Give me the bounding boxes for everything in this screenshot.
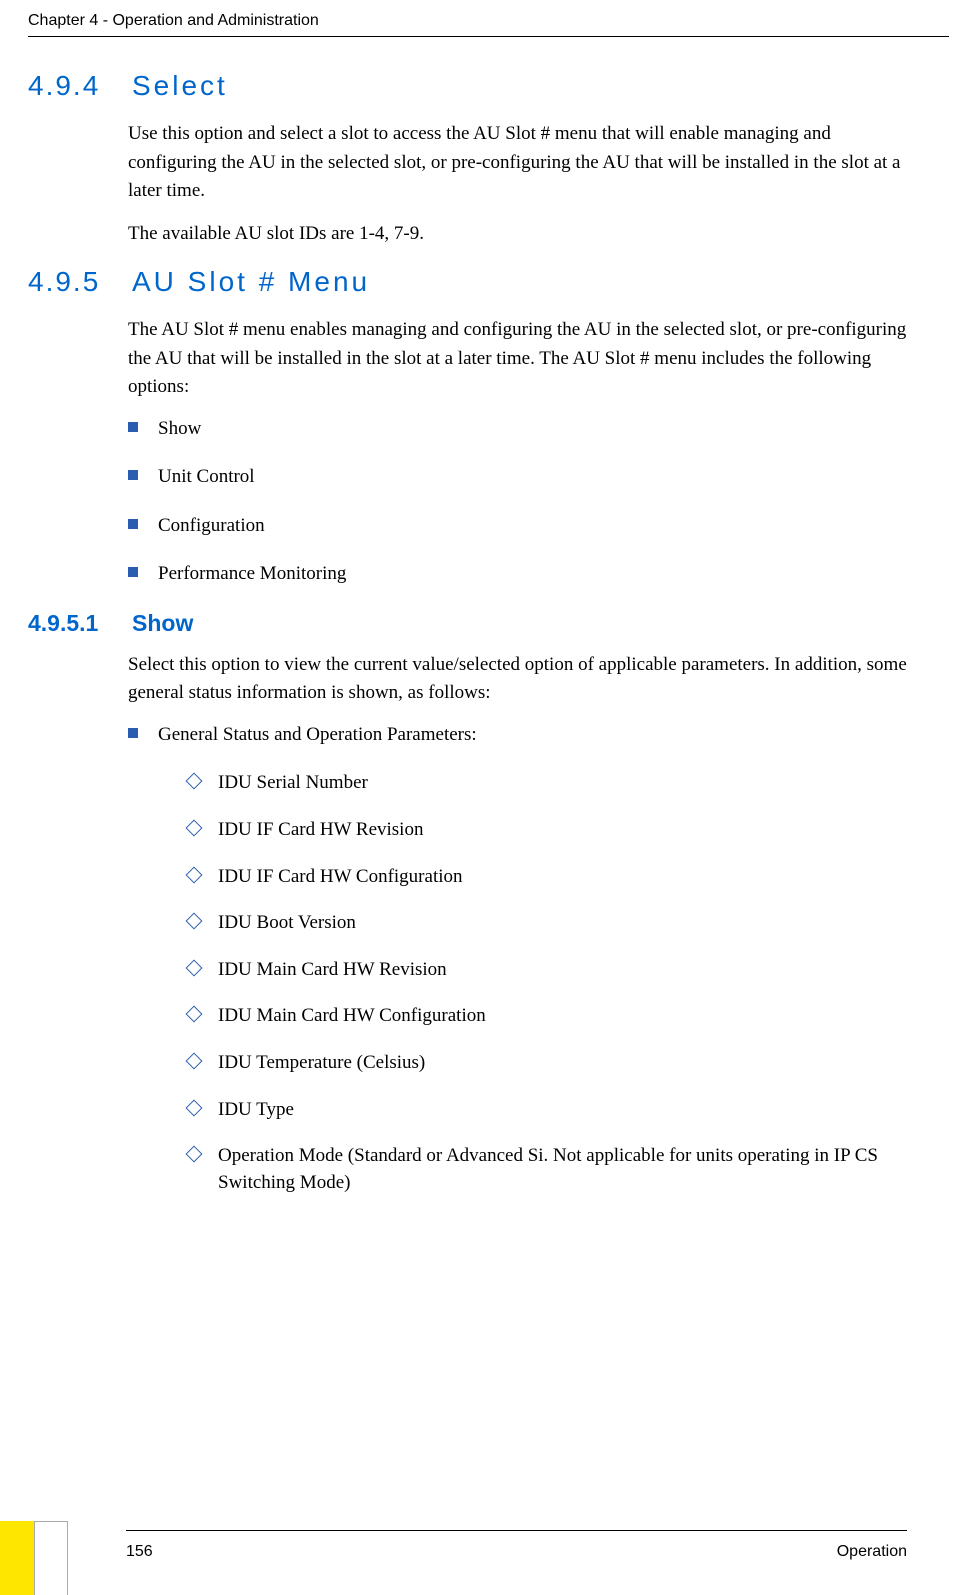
page-number: 156 bbox=[126, 1543, 153, 1561]
list-item: Performance Monitoring bbox=[128, 561, 907, 588]
list-item: IDU Type bbox=[188, 1097, 907, 1124]
paragraph: Use this option and select a slot to acc… bbox=[128, 120, 907, 206]
list-item: IDU Main Card HW Configuration bbox=[188, 1003, 907, 1030]
list-item: Unit Control bbox=[128, 464, 907, 491]
list-item: IDU IF Card HW Configuration bbox=[188, 864, 907, 891]
section-title: Select bbox=[132, 70, 228, 102]
footer-label: Operation bbox=[837, 1543, 907, 1561]
list-item: IDU Serial Number bbox=[188, 770, 907, 797]
page-content: 4.9.4 Select Use this option and select … bbox=[28, 70, 907, 1216]
section-494-heading: 4.9.4 Select bbox=[28, 70, 907, 102]
page-tab-yellow bbox=[0, 1521, 34, 1595]
section-title: Show bbox=[132, 610, 193, 637]
header-rule bbox=[28, 36, 949, 37]
section-title: AU Slot # Menu bbox=[132, 266, 370, 298]
paragraph: Select this option to view the current v… bbox=[128, 651, 907, 708]
list-item: Operation Mode (Standard or Advanced Si.… bbox=[188, 1143, 907, 1196]
list-item: IDU Temperature (Celsius) bbox=[188, 1050, 907, 1077]
sub-list: IDU Serial Number IDU IF Card HW Revisio… bbox=[188, 770, 907, 1196]
bullet-list: Show Unit Control Configuration Performa… bbox=[128, 416, 907, 588]
list-item: General Status and Operation Parameters: bbox=[128, 722, 907, 749]
section-number: 4.9.5.1 bbox=[28, 610, 128, 637]
bullet-list: General Status and Operation Parameters: bbox=[128, 722, 907, 749]
page-tab-outline bbox=[34, 1521, 68, 1595]
section-number: 4.9.4 bbox=[28, 70, 128, 102]
list-item: IDU IF Card HW Revision bbox=[188, 817, 907, 844]
section-4951-heading: 4.9.5.1 Show bbox=[28, 610, 907, 637]
section-number: 4.9.5 bbox=[28, 266, 128, 298]
paragraph: The AU Slot # menu enables managing and … bbox=[128, 316, 907, 402]
page-header: Chapter 4 - Operation and Administration bbox=[28, 12, 949, 30]
list-item: Configuration bbox=[128, 513, 907, 540]
footer-rule bbox=[126, 1530, 907, 1531]
list-item: Show bbox=[128, 416, 907, 443]
list-item: IDU Main Card HW Revision bbox=[188, 957, 907, 984]
section-495-heading: 4.9.5 AU Slot # Menu bbox=[28, 266, 907, 298]
list-item: IDU Boot Version bbox=[188, 910, 907, 937]
paragraph: The available AU slot IDs are 1-4, 7-9. bbox=[128, 220, 907, 249]
